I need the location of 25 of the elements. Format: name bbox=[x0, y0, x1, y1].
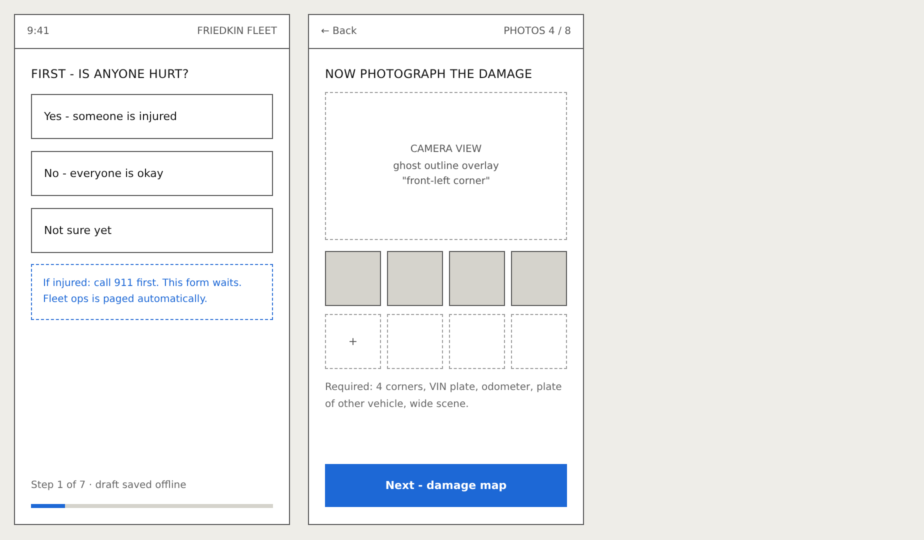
empty-photo-slot[interactable] bbox=[387, 314, 443, 369]
answer-option[interactable]: Not sure yet bbox=[31, 208, 273, 253]
photo-thumbnail[interactable] bbox=[387, 251, 443, 306]
screen-title: FIRST - IS ANYONE HURT? bbox=[31, 67, 190, 81]
photo-thumbnail[interactable] bbox=[511, 251, 567, 306]
empty-photo-slot[interactable]: + bbox=[325, 314, 381, 369]
overlay-text: "front-left corner" bbox=[402, 174, 490, 188]
photo-thumbnail[interactable] bbox=[449, 251, 505, 306]
answer-option[interactable]: No - everyone is okay bbox=[31, 151, 273, 196]
photo-thumbnail[interactable] bbox=[325, 251, 381, 306]
photo-counter: PHOTOS 4 / 8 bbox=[504, 26, 571, 37]
back-link[interactable]: ← Back bbox=[321, 26, 357, 37]
camera-view[interactable]: CAMERA VIEW ghost outline overlay "front-left corner" bbox=[325, 92, 567, 240]
answer-option[interactable]: Yes - someone is injured bbox=[31, 94, 273, 139]
brand-name: FRIEDKIN FLEET bbox=[197, 26, 277, 37]
empty-photo-slot[interactable] bbox=[511, 314, 567, 369]
camera-label: CAMERA VIEW bbox=[410, 144, 482, 154]
status-time: 9:41 bbox=[27, 26, 50, 37]
next-button[interactable]: Next - damage map bbox=[325, 464, 567, 507]
step-text: Step 1 of 7 · draft saved offline bbox=[31, 480, 188, 491]
injury-note: If injured: call 911 first. This form waits. Fleet ops is paged automatically. bbox=[31, 264, 273, 320]
empty-photo-slot[interactable] bbox=[449, 314, 505, 369]
requirements-text: Required: 4 corners, VIN plate, odometer, plate of other vehicle, wide scene. bbox=[325, 381, 563, 412]
screen-title: NOW PHOTOGRAPH THE DAMAGE bbox=[325, 67, 534, 81]
overlay-text: ghost outline overlay bbox=[393, 160, 499, 174]
